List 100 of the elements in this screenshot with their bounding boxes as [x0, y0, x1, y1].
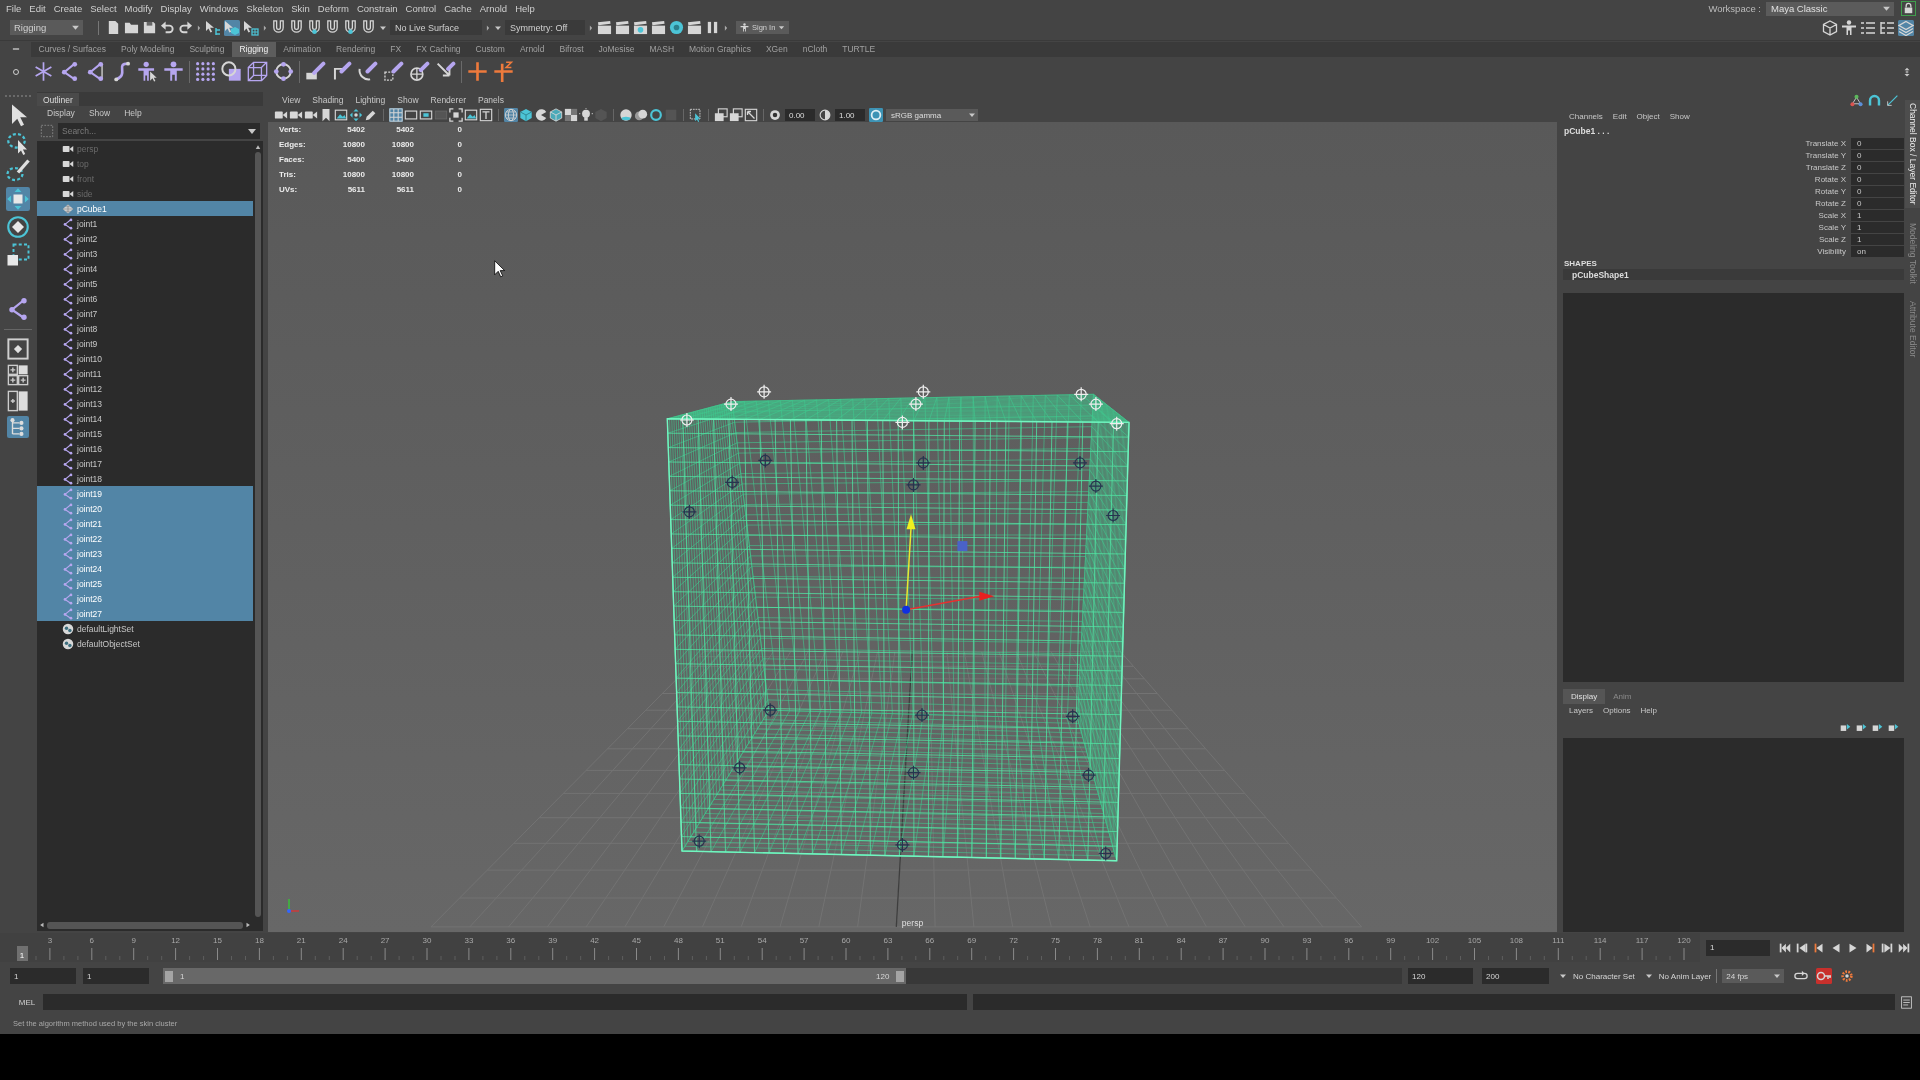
attribute-field[interactable]: 0 — [1851, 185, 1904, 197]
menu-item[interactable]: Show — [81, 108, 118, 118]
character-set-dropdown[interactable]: No Character Set — [1559, 971, 1635, 981]
attribute-field[interactable]: 0 — [1851, 161, 1904, 173]
diagonal-line-icon[interactable] — [1886, 93, 1899, 107]
menu-item[interactable]: Panels — [471, 95, 510, 105]
menu-item[interactable]: Lighting — [349, 95, 392, 105]
undo-icon[interactable] — [160, 20, 175, 35]
menu-set-dropdown[interactable]: Rigging — [10, 20, 83, 35]
menu-item[interactable]: Arnold — [475, 2, 512, 15]
ring-icon[interactable] — [273, 61, 294, 82]
list-icon[interactable] — [1860, 19, 1876, 36]
chain-link-icon[interactable] — [331, 61, 352, 82]
outliner-item[interactable]: joint16 — [37, 441, 253, 456]
stacked-squares-icon[interactable] — [714, 108, 728, 122]
playback-start-field[interactable]: 1 — [83, 968, 149, 984]
settings-icon[interactable] — [1840, 969, 1855, 983]
menu-item[interactable]: Control — [401, 2, 441, 15]
outliner-item[interactable]: joint25 — [37, 576, 253, 591]
script-language-button[interactable]: MEL — [15, 997, 39, 1007]
arch-icon[interactable] — [1868, 93, 1881, 107]
attribute-field[interactable]: 0 — [1851, 149, 1904, 161]
menu-item[interactable]: Deform — [313, 2, 353, 15]
overlapping-shapes-icon[interactable] — [221, 61, 242, 82]
menu-item[interactable]: Skeleton — [242, 2, 288, 15]
checkerboard-icon[interactable] — [564, 108, 578, 122]
fps-dropdown[interactable]: 24 fps — [1722, 969, 1785, 983]
attribute-field[interactable]: 0 — [1851, 137, 1904, 149]
playhead[interactable]: 1 — [16, 946, 28, 961]
sphere-wedge-icon[interactable] — [534, 108, 548, 122]
start-time-field[interactable]: 1 — [10, 968, 76, 984]
outliner-item[interactable]: joint27 — [37, 606, 253, 621]
menu-item[interactable]: Object — [1631, 111, 1665, 121]
single-pane-icon[interactable] — [7, 338, 29, 360]
node-graph-icon[interactable] — [1850, 93, 1863, 107]
outliner-item[interactable]: joint17 — [37, 456, 253, 471]
circle-icon[interactable] — [10, 66, 21, 77]
outliner-item[interactable]: joint24 — [37, 561, 253, 576]
command-input-field[interactable] — [43, 994, 967, 1010]
menu-item[interactable]: Shading — [306, 95, 350, 105]
color-space-dropdown[interactable]: sRGB gamma — [886, 109, 978, 121]
shelf-tab[interactable]: Sculpting — [181, 41, 232, 57]
document-lines-icon[interactable] — [1900, 995, 1913, 1009]
clapperboard-icon[interactable] — [651, 20, 666, 35]
outliner-item[interactable]: joint6 — [37, 291, 253, 306]
vertical-scrollbar[interactable] — [255, 152, 261, 917]
outliner-item[interactable]: joint4 — [37, 261, 253, 276]
lock-icon[interactable] — [1901, 1, 1916, 16]
sphere-icon[interactable] — [669, 20, 684, 35]
shape-item[interactable]: pCubeShape1 — [1563, 269, 1904, 280]
clapperboard-icon[interactable] — [615, 20, 630, 35]
scale-tool-icon[interactable] — [6, 243, 30, 267]
circle-icon[interactable] — [869, 108, 883, 122]
menu-item[interactable]: Display — [40, 108, 82, 118]
shelf-tab[interactable]: XGen — [758, 41, 796, 57]
shelf-tab[interactable]: Motion Graphics — [681, 41, 759, 57]
side-tab[interactable]: Channel Box / Layer Editor — [1905, 100, 1920, 208]
outliner-item[interactable]: joint8 — [37, 321, 253, 336]
magnet-icon[interactable] — [289, 20, 304, 35]
magnet-icon[interactable] — [343, 20, 358, 35]
cube-icon[interactable] — [519, 108, 533, 122]
shelf-tab[interactable]: FX Caching — [408, 41, 469, 57]
four-pane-icon[interactable] — [7, 364, 29, 386]
shelf-tab[interactable]: Custom — [468, 41, 513, 57]
shelf-tab[interactable]: Bifrost — [551, 41, 592, 57]
attribute-field[interactable]: 0 — [1851, 197, 1904, 209]
folder-icon[interactable] — [124, 20, 139, 35]
move-manipulator[interactable] — [902, 514, 995, 614]
attribute-field[interactable]: 1 — [1851, 221, 1904, 233]
attribute-field[interactable]: 0 — [1851, 173, 1904, 185]
workspace-dropdown[interactable]: Maya Classic — [1766, 1, 1894, 16]
outliner-item[interactable]: joint18 — [37, 471, 253, 486]
redo-icon[interactable] — [178, 20, 193, 35]
shelf-tab[interactable]: Animation — [275, 41, 329, 57]
playback-end-field[interactable]: 120 — [1408, 968, 1473, 984]
outliner-item[interactable]: defaultLightSet — [37, 621, 253, 636]
rotate-tool-icon[interactable] — [6, 215, 30, 239]
menu-item[interactable]: Windows — [195, 2, 243, 15]
text-frame-icon[interactable] — [479, 108, 493, 122]
cursor-grid-icon[interactable] — [243, 19, 259, 36]
attribute-field[interactable]: on — [1851, 245, 1904, 257]
outliner-item[interactable]: joint10 — [37, 351, 253, 366]
search-field[interactable]: Search... — [58, 122, 244, 139]
curve-icon[interactable] — [111, 61, 132, 82]
outliner-item[interactable]: joint21 — [37, 516, 253, 531]
menu-item[interactable]: Help — [1635, 705, 1663, 715]
end-time-field[interactable]: 200 — [1482, 968, 1549, 984]
menu-item[interactable]: Modify — [120, 2, 157, 15]
shelf-tab[interactable]: nCloth — [795, 41, 835, 57]
menu-item[interactable]: Help — [511, 2, 539, 15]
menu-item[interactable]: View — [276, 95, 307, 105]
magnet-icon[interactable] — [307, 20, 322, 35]
magnet-icon[interactable] — [271, 20, 286, 35]
outliner-item[interactable]: joint1 — [37, 216, 253, 231]
light-bulb-icon[interactable] — [579, 108, 593, 122]
shelf-tab[interactable]: MASH — [641, 41, 682, 57]
menu-item[interactable]: Select — [86, 2, 121, 15]
shelf-tab[interactable]: Arnold — [512, 41, 552, 57]
pan-arrows-icon[interactable] — [349, 108, 363, 122]
menu-item[interactable]: Renderer — [424, 95, 472, 105]
